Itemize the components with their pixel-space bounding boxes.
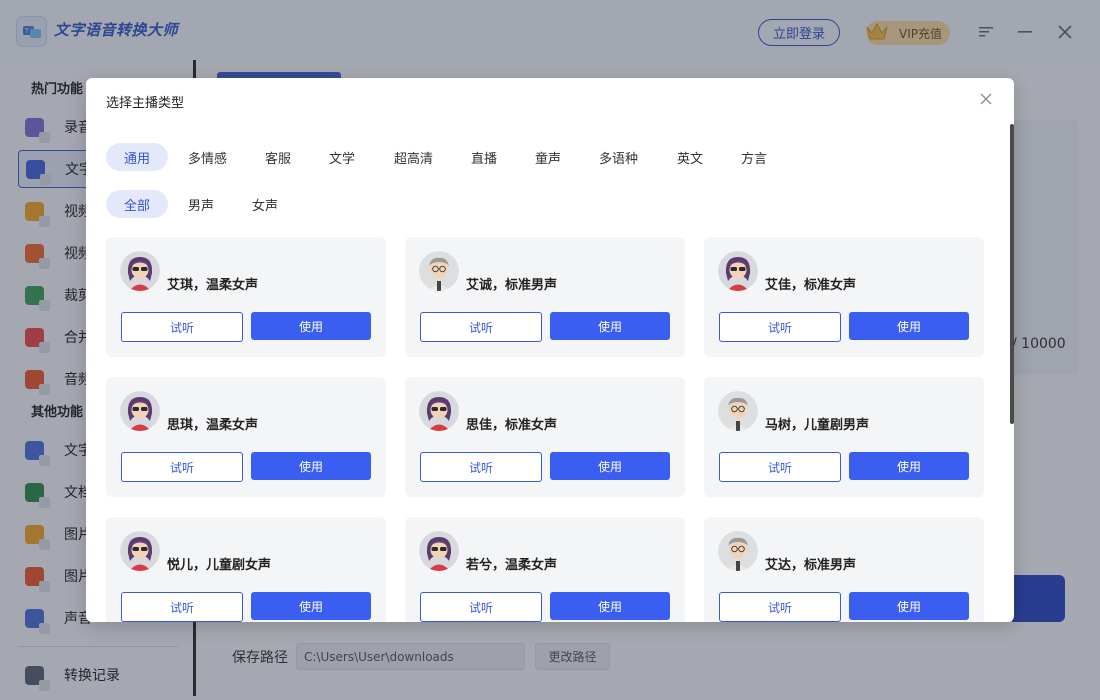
male-avatar-icon xyxy=(419,251,459,291)
voice-name: 艾达，标准男声 xyxy=(765,558,857,573)
category-tab-0[interactable]: 通用 xyxy=(106,143,169,171)
use-button[interactable]: 使用 xyxy=(251,312,371,340)
voice-card: 思佳，标准女声试听 使用 xyxy=(405,377,685,497)
dialog-close-icon[interactable] xyxy=(978,91,994,107)
listen-button[interactable]: 试听 xyxy=(420,592,542,622)
voice-name: 思佳，标准女声 xyxy=(466,418,558,433)
category-tab-2[interactable]: 客服 xyxy=(247,143,309,171)
voice-card: 思琪，温柔女声试听 使用 xyxy=(106,377,386,497)
category-tab-4[interactable]: 超高清 xyxy=(376,143,451,171)
female-avatar-icon xyxy=(120,531,160,571)
listen-button[interactable]: 试听 xyxy=(719,592,841,622)
use-button[interactable]: 使用 xyxy=(550,452,670,480)
voice-card: 马树，儿童剧男声试听 使用 xyxy=(704,377,984,497)
listen-button[interactable]: 试听 xyxy=(420,452,542,482)
category-tab-3[interactable]: 文学 xyxy=(311,143,373,171)
voice-name: 艾琪，温柔女声 xyxy=(167,278,259,293)
listen-button[interactable]: 试听 xyxy=(420,312,542,342)
voice-card: 艾琪，温柔女声试听 使用 xyxy=(106,237,386,357)
female-avatar-icon xyxy=(419,531,459,571)
use-button[interactable]: 使用 xyxy=(550,312,670,340)
dialog-scrollbar[interactable] xyxy=(1010,124,1014,424)
listen-button[interactable]: 试听 xyxy=(719,452,841,482)
listen-button[interactable]: 试听 xyxy=(121,312,243,342)
female-avatar-icon xyxy=(718,251,758,291)
voice-card: 艾诚，标准男声试听 使用 xyxy=(405,237,685,357)
voice-card: 艾佳，标准女声试听 使用 xyxy=(704,237,984,357)
female-avatar-icon xyxy=(120,391,160,431)
category-tab-7[interactable]: 多语种 xyxy=(581,143,656,171)
category-tab-1[interactable]: 多情感 xyxy=(170,143,245,171)
use-button[interactable]: 使用 xyxy=(849,452,969,480)
category-tab-5[interactable]: 直播 xyxy=(453,143,515,171)
female-avatar-icon xyxy=(120,251,160,291)
voice-name: 思琪，温柔女声 xyxy=(167,418,259,433)
category-tab-6[interactable]: 童声 xyxy=(517,143,579,171)
voice-name: 悦儿，儿童剧女声 xyxy=(167,558,272,573)
use-button[interactable]: 使用 xyxy=(550,592,670,620)
use-button[interactable]: 使用 xyxy=(849,592,969,620)
gender-filter-1[interactable]: 男声 xyxy=(170,190,232,218)
voice-name: 马树，儿童剧男声 xyxy=(765,418,870,433)
use-button[interactable]: 使用 xyxy=(251,592,371,620)
listen-button[interactable]: 试听 xyxy=(719,312,841,342)
listen-button[interactable]: 试听 xyxy=(121,452,243,482)
use-button[interactable]: 使用 xyxy=(251,452,371,480)
voice-card: 悦儿，儿童剧女声试听 使用 xyxy=(106,517,386,622)
gender-filter-0[interactable]: 全部 xyxy=(106,190,169,218)
listen-button[interactable]: 试听 xyxy=(121,592,243,622)
use-button[interactable]: 使用 xyxy=(849,312,969,340)
gender-filter-2[interactable]: 女声 xyxy=(234,190,296,218)
voice-card: 艾达，标准男声试听 使用 xyxy=(704,517,984,622)
voice-type-dialog: 选择主播类型 通用 多情感 客服 文学 超高清 直播 童声 多语种 英文 方言 全部 男声 女声 艾琪… xyxy=(86,78,1014,622)
voice-name: 艾诚，标准男声 xyxy=(466,278,558,293)
voice-card: 若兮，温柔女声试听 使用 xyxy=(405,517,685,622)
male-avatar-icon xyxy=(718,531,758,571)
male-avatar-icon xyxy=(718,391,758,431)
dialog-title: 选择主播类型 xyxy=(106,96,185,111)
category-tab-8[interactable]: 英文 xyxy=(659,143,721,171)
voice-name: 艾佳，标准女声 xyxy=(765,278,857,293)
voice-name: 若兮，温柔女声 xyxy=(466,558,558,573)
category-tab-9[interactable]: 方言 xyxy=(723,143,785,171)
female-avatar-icon xyxy=(419,391,459,431)
